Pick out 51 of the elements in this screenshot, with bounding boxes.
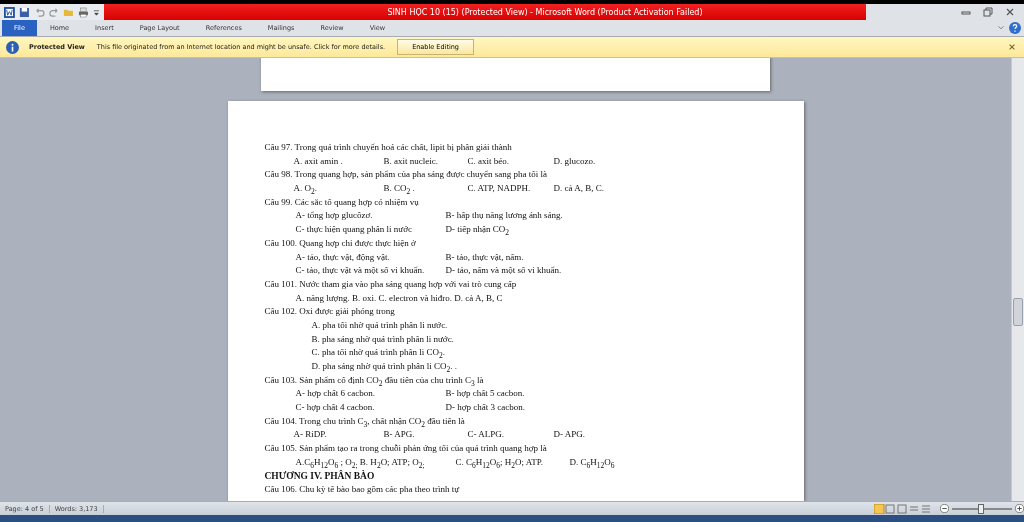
restore-icon[interactable] [982, 7, 994, 17]
redo-icon[interactable] [48, 6, 60, 18]
zoom-out-icon[interactable] [940, 504, 949, 513]
answer-option: D. C$_{6}$H$_{12}$O$_{6}$ [569, 455, 615, 473]
word-logo-icon[interactable] [4, 6, 15, 18]
answer-option: D- hợp chất 3 cacbon. [445, 401, 525, 415]
answer-option: B- tảo, thực vật, nấm. [445, 250, 524, 265]
question-text: Câu 101. Nước tham gia vào pha sáng quang hợp với vai trò cung cấp [264, 277, 518, 291]
answer-option: D- APG. [553, 428, 585, 443]
answer-option: C. ATP, NADPH. [467, 182, 531, 199]
zoom-slider[interactable] [952, 503, 1012, 514]
zoom-in-icon[interactable] [1015, 504, 1024, 513]
answer-option: C- tảo, thực vật và một số vi khuẩn. [295, 264, 425, 278]
scroll-thumb[interactable] [1013, 298, 1023, 326]
answer-option: B. axit nucleic. [383, 154, 438, 169]
question-text: Câu 103. Sản phẩm cố định CO$_{2}$ đầu tiên của chu trình C$_{3}$ là [264, 373, 485, 388]
answer-option: C. C$_{6}$H$_{12}$O$_{6}$; H$_{2}$O; ATP. [455, 455, 544, 473]
answer-option: D- tiếp nhận CO$_{2}$ [445, 223, 509, 240]
answer-option: D. pha sáng nhờ quá trình phân li CO$_{2}$. . [311, 360, 457, 374]
question-text: Câu 102. Oxi được giải phóng trong [264, 305, 396, 319]
answer-option: D. glucozo. [553, 154, 596, 169]
answer-option: D. cả A, B, C. [553, 182, 604, 199]
answer-option: C- ALPG. [467, 428, 504, 443]
question-text: Câu 104. Trong chu trình C$_{3}$, chất nhận CO$_{2}$ đầu tiên là [264, 414, 466, 429]
question-text: Câu 97. Trong quá trình chuyển hoá các chất, lipit bị phân giải thành [264, 141, 513, 154]
answer-option: C- hợp chất 4 cacbon. [295, 401, 375, 415]
vertical-scrollbar[interactable] [1011, 58, 1024, 501]
info-icon [6, 40, 19, 54]
answer-option: A. năng lượng. B. oxi. C. electron và hiđro. D. cả A, B, C [295, 291, 503, 306]
answer-option: C. axit béo. [467, 154, 509, 169]
close-icon[interactable] [1004, 7, 1016, 17]
answer-option: C. pha tối nhờ quá trình phân li CO$_{2}$. [311, 346, 445, 360]
help-icon[interactable] [1009, 22, 1021, 34]
answer-option: A. axit amin . [293, 154, 343, 169]
answer-option: B- hợp chất 5 cacbon. [445, 387, 525, 402]
answer-option: D- tảo, nấm và một số vi khuẩn. [445, 264, 562, 278]
answer-option: A- hợp chất 6 cacbon. [295, 387, 375, 402]
answer-option: A. pha tối nhờ quá trình phân li nước. [311, 318, 448, 333]
question-text: Câu 105. Sản phẩm tạo ra trong chuỗi phản ứng tối của quá trình quang hợp là [264, 442, 548, 456]
close-icon[interactable] [1008, 43, 1016, 51]
answer-option: A- tảo, thực vật, động vật. [295, 250, 390, 265]
answer-option: A- tổng hợp glucôzơ. [295, 209, 373, 224]
question-text: Câu 98. Trong quang hợp, sản phẩm của pha sáng được chuyển sang pha tối là [264, 168, 549, 182]
answer-option: A- RiDP. [293, 428, 327, 443]
answer-option: B- hấp thụ năng lương ánh sáng. [445, 209, 563, 224]
save-icon[interactable] [18, 6, 30, 18]
answer-option: B. pha sáng nhờ quá trình phân li nước. [311, 332, 454, 347]
window-title: SINH HỌC 10 (15) (Protected View) - Microsoft Word (Product Activation Failed) [387, 7, 703, 17]
printer-icon[interactable] [78, 6, 90, 18]
question-text: Câu 106. Chu kỳ tế bào bao gồm các pha theo trình tự [264, 483, 461, 497]
answer-option: B- APG. [383, 428, 415, 443]
